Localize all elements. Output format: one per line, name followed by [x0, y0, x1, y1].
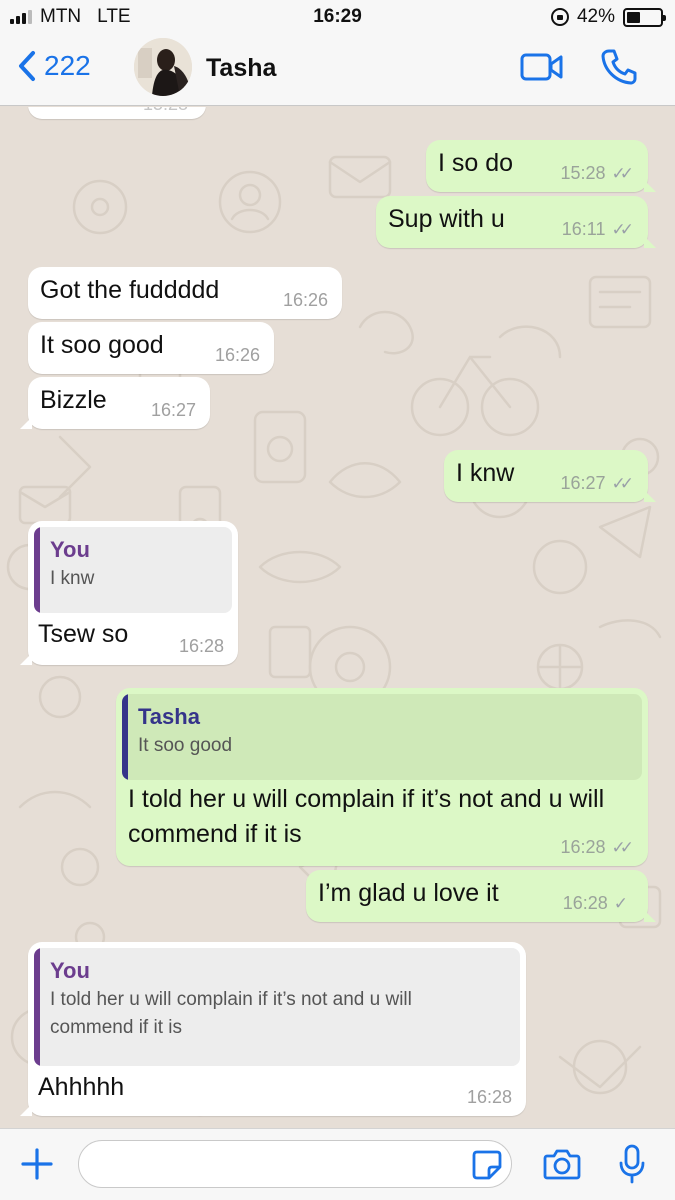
message-time: 16:28 [560, 837, 606, 857]
quoted-message[interactable]: Tasha It soo good [122, 694, 642, 780]
microphone-icon [619, 1144, 645, 1184]
outgoing-message[interactable]: Sup with u 16:11 ✓✓ [376, 196, 656, 248]
message-bubble-partial[interactable]: 15:28 [28, 107, 206, 119]
phone-icon [601, 49, 637, 85]
message-meta: 15:28 ✓✓ [560, 163, 634, 184]
quote-author: You [50, 537, 90, 562]
incoming-reply-message[interactable]: You I knw Tsew so 16:28 [20, 521, 238, 665]
quote-text: It soo good [138, 735, 233, 756]
quote-author: Tasha [138, 704, 200, 729]
chat-header: 222 Tasha [0, 34, 675, 106]
message-time: 16:27 [150, 400, 196, 420]
voice-call-button[interactable] [600, 48, 638, 91]
message-time: 15:28 [560, 163, 606, 183]
status-right: 42% [550, 6, 666, 28]
attach-button[interactable] [20, 1147, 54, 1186]
back-button[interactable]: 222 [18, 50, 91, 82]
sticker-icon [472, 1150, 502, 1180]
message-meta: 16:28 ✓ [563, 893, 634, 914]
message-meta: 16:28 ✓✓ [560, 837, 634, 858]
message-time: 16:26 [282, 290, 328, 310]
avatar-image [134, 38, 192, 96]
plus-icon [21, 1148, 53, 1180]
double-check-icon: ✓✓ [611, 163, 634, 183]
battery-fill [627, 11, 641, 23]
avatar[interactable] [134, 38, 192, 96]
message-time: 16:28 [466, 1087, 512, 1107]
compose-bar [0, 1128, 675, 1200]
message-time: 16:28 [178, 636, 224, 656]
incoming-message[interactable]: Got the fuddddd 16:26 [28, 267, 342, 319]
double-check-icon: ✓✓ [611, 219, 634, 239]
back-chevron-icon [19, 51, 35, 81]
outgoing-message[interactable]: I’m glad u love it 16:28 ✓ [306, 870, 656, 922]
battery-icon [623, 7, 666, 27]
contact-name[interactable]: Tasha [206, 54, 276, 83]
quote-author: You [50, 958, 90, 983]
rotation-lock-icon [550, 8, 569, 26]
double-check-icon: ✓✓ [611, 473, 634, 493]
video-call-icon [520, 53, 563, 81]
chat-area[interactable]: 15:28 I so do 15:28✓✓ Sup with u 16:11✓✓… [0, 107, 675, 1128]
incoming-message[interactable]: Bizzle 16:27 [20, 377, 210, 429]
outgoing-message[interactable]: I knw 16:27 ✓✓ [444, 450, 656, 502]
quoted-message[interactable]: You I knw [34, 527, 232, 613]
double-check-icon: ✓✓ [611, 837, 634, 857]
quote-text: I told her u will complain if it’s not a… [50, 989, 412, 1038]
message-text: Ahhhhh [38, 1073, 125, 1101]
message-meta: 16:11 ✓✓ [562, 219, 634, 240]
message-time: 16:27 [560, 473, 606, 493]
message-meta: 16:27 ✓✓ [560, 473, 634, 494]
single-check-icon: ✓ [613, 893, 628, 913]
message-text: I told her u will complain if it’s not a… [128, 785, 605, 848]
message-time: 15:28 [143, 107, 188, 115]
quoted-message[interactable]: You I told her u will complain if it’s n… [34, 948, 520, 1066]
message-input[interactable] [78, 1140, 512, 1188]
status-bar: MTN LTE 16:29 42% [0, 0, 675, 34]
message-time: 16:26 [214, 345, 260, 365]
outgoing-message[interactable]: I so do 15:28 ✓✓ [426, 140, 656, 192]
message-time: 16:28 [562, 893, 608, 913]
message-time: 16:11 [561, 219, 606, 239]
sticker-button[interactable] [471, 1149, 503, 1186]
quote-text: I knw [50, 568, 95, 589]
outgoing-reply-message[interactable]: Tasha It soo good I told her u will comp… [116, 688, 648, 866]
voice-record-button[interactable] [618, 1143, 646, 1190]
video-call-button[interactable] [520, 52, 564, 87]
battery-percent: 42% [576, 6, 615, 27]
incoming-reply-message[interactable]: You I told her u will complain if it’s n… [20, 942, 526, 1116]
back-count: 222 [44, 50, 91, 81]
camera-button[interactable] [543, 1147, 581, 1186]
camera-icon [543, 1149, 581, 1180]
incoming-message[interactable]: It soo good 16:26 [28, 322, 274, 374]
